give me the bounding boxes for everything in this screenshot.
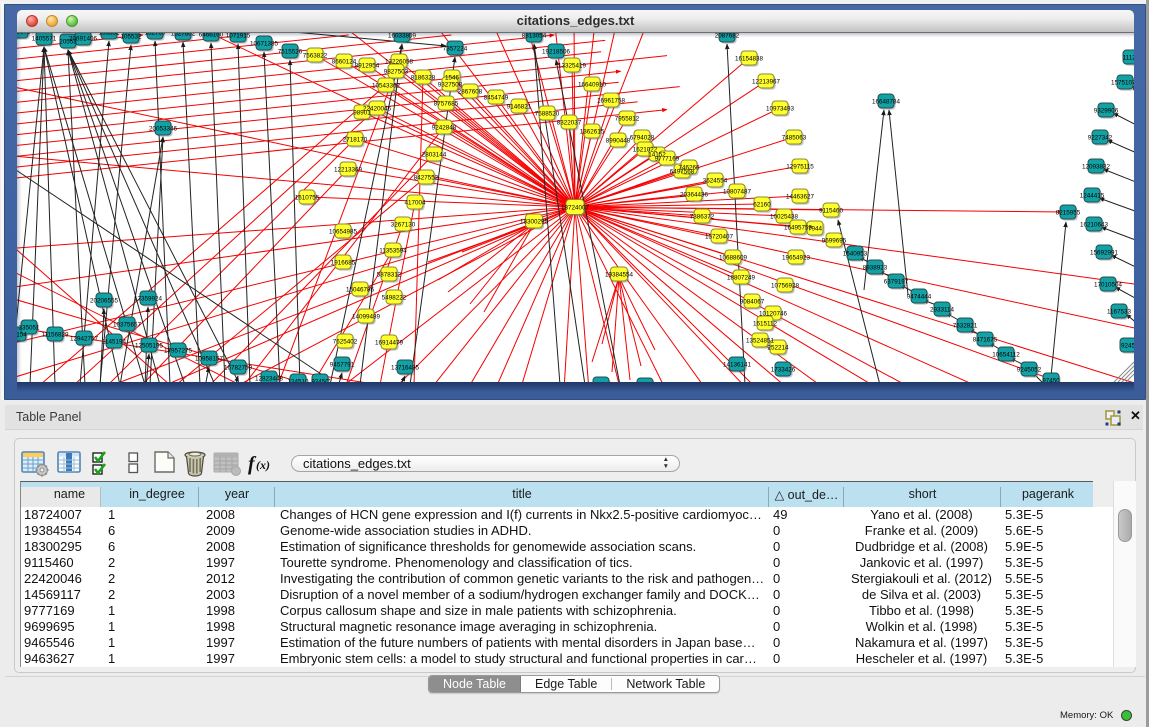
svg-text:(x): (x): [256, 458, 270, 472]
